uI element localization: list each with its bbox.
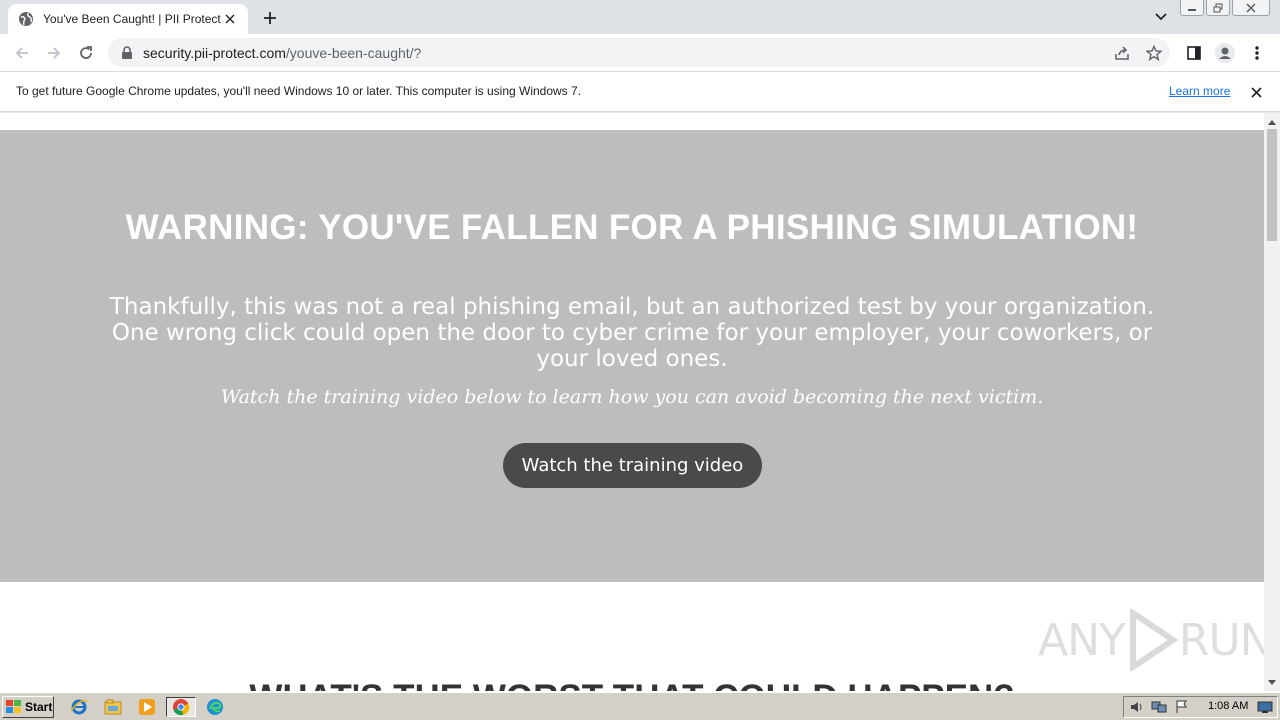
tab-strip: You've Been Caught! | PII Protect bbox=[0, 0, 1280, 34]
watch-video-button[interactable]: Watch the training video bbox=[503, 443, 762, 488]
volume-icon[interactable] bbox=[1128, 699, 1146, 715]
url-path: /youve-been-caught/? bbox=[285, 44, 422, 61]
menu-icon[interactable] bbox=[1246, 42, 1268, 64]
url-text: security.pii-protect.com/youve-been-caug… bbox=[143, 45, 421, 61]
lead-paragraph: Thankfully, this was not a real phishing… bbox=[109, 294, 1155, 372]
edge-icon[interactable] bbox=[203, 697, 227, 717]
watermark-text-right: RUN bbox=[1178, 614, 1264, 666]
ie-icon[interactable] bbox=[67, 697, 91, 717]
minimize-button[interactable] bbox=[1180, 0, 1204, 16]
reload-button[interactable] bbox=[74, 41, 98, 65]
browser-tab[interactable]: You've Been Caught! | PII Protect bbox=[8, 4, 248, 34]
lock-icon[interactable] bbox=[120, 45, 134, 60]
forward-button[interactable] bbox=[42, 41, 66, 65]
restore-button[interactable] bbox=[1206, 0, 1230, 16]
section-heading: WHAT'S THE WORST THAT COULD HAPPEN? bbox=[0, 678, 1264, 691]
explorer-icon[interactable] bbox=[101, 697, 125, 717]
scroll-up-arrow-icon[interactable] bbox=[1264, 115, 1280, 129]
scrollbar-thumb[interactable] bbox=[1267, 129, 1277, 241]
warning-hero: WARNING: YOU'VE FALLEN FOR A PHISHING SI… bbox=[0, 130, 1264, 582]
close-tab-icon[interactable] bbox=[222, 11, 238, 27]
taskbar-clock[interactable]: 1:08 AM bbox=[1208, 700, 1248, 712]
infobar-message: To get future Google Chrome updates, you… bbox=[16, 84, 582, 98]
close-infobar-icon[interactable] bbox=[1248, 84, 1264, 100]
tab-search-icon[interactable] bbox=[1151, 8, 1171, 26]
play-logo-icon bbox=[1129, 609, 1179, 671]
share-icon[interactable] bbox=[1113, 44, 1131, 62]
back-button[interactable] bbox=[10, 41, 34, 65]
page-scrollbar[interactable] bbox=[1264, 113, 1280, 691]
browser-toolbar: security.pii-protect.com/youve-been-caug… bbox=[0, 34, 1280, 72]
system-tray: 1:08 AM bbox=[1123, 696, 1278, 718]
learn-more-link[interactable]: Learn more bbox=[1169, 84, 1230, 98]
watermark-text-left: ANY bbox=[1038, 614, 1126, 666]
warning-heading: WARNING: YOU'VE FALLEN FOR A PHISHING SI… bbox=[125, 208, 1139, 247]
profile-avatar-icon[interactable] bbox=[1214, 42, 1236, 64]
window-controls bbox=[1178, 0, 1270, 16]
close-window-button[interactable] bbox=[1232, 0, 1270, 16]
new-tab-button[interactable] bbox=[258, 7, 282, 29]
chrome-icon[interactable] bbox=[166, 697, 196, 717]
start-button[interactable]: Start bbox=[2, 696, 54, 718]
update-infobar: To get future Google Chrome updates, you… bbox=[0, 72, 1280, 112]
action-center-flag-icon[interactable] bbox=[1172, 699, 1190, 715]
url-host: security.pii-protect.com bbox=[143, 44, 286, 61]
side-panel-icon[interactable] bbox=[1183, 42, 1205, 64]
tab-title: You've Been Caught! | PII Protect bbox=[43, 12, 221, 26]
network-icon[interactable] bbox=[1150, 699, 1168, 715]
windows-taskbar: Start 1:08 AM bbox=[0, 692, 1280, 720]
show-desktop-icon[interactable] bbox=[1257, 700, 1273, 714]
training-prompt: Watch the training video below to learn … bbox=[220, 386, 1044, 408]
windows-logo-icon bbox=[6, 700, 22, 714]
globe-icon bbox=[18, 11, 34, 27]
media-player-icon[interactable] bbox=[135, 697, 159, 717]
address-bar[interactable]: security.pii-protect.com/youve-been-caug… bbox=[108, 38, 1170, 67]
bookmark-star-icon[interactable] bbox=[1145, 44, 1163, 62]
page-viewport: WARNING: YOU'VE FALLEN FOR A PHISHING SI… bbox=[0, 113, 1264, 691]
scroll-down-arrow-icon[interactable] bbox=[1264, 675, 1280, 689]
anyrun-watermark: ANY RUN bbox=[1038, 609, 1264, 671]
start-label: Start bbox=[25, 700, 53, 714]
